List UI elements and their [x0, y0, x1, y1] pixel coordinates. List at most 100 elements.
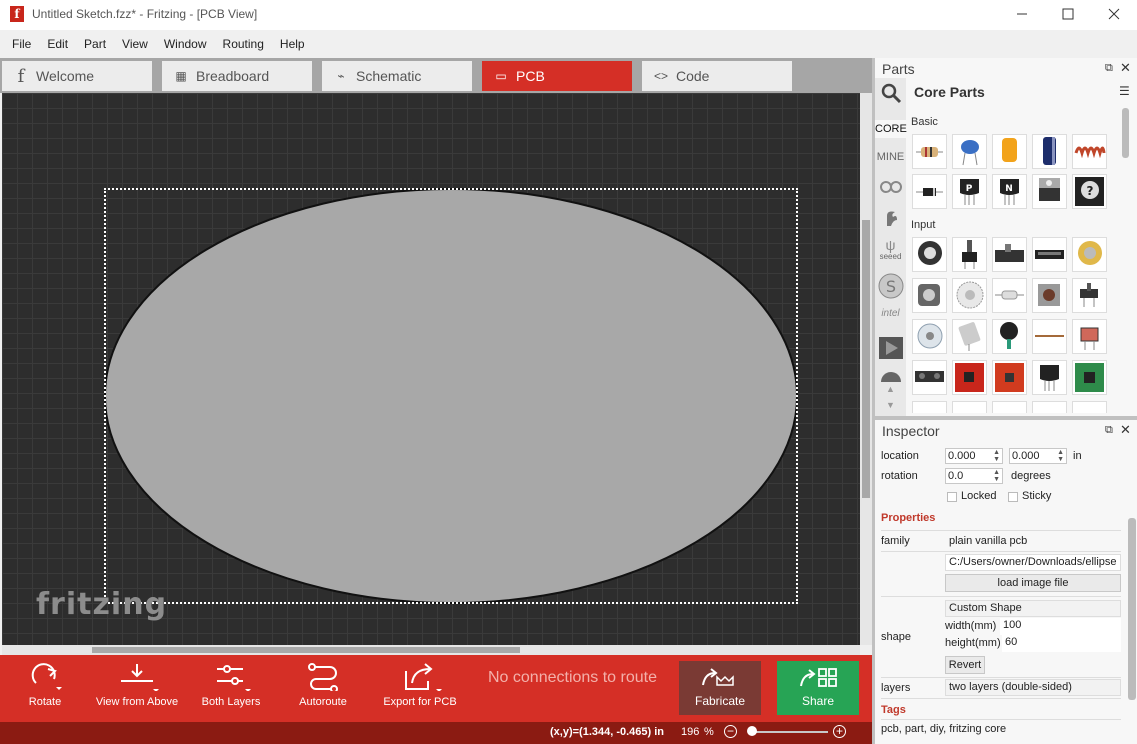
menu-help[interactable]: Help — [272, 37, 313, 51]
fabricate-button[interactable]: Fabricate — [679, 661, 761, 715]
play-icon — [878, 337, 903, 359]
close-panel-icon[interactable]: ✕ — [1120, 60, 1131, 76]
rotate-button[interactable]: Rotate — [14, 655, 76, 722]
part-resistor[interactable] — [912, 134, 947, 169]
bin-menu-icon[interactable]: ☰ — [1119, 84, 1130, 98]
both-layers-button[interactable]: Both Layers — [196, 655, 266, 722]
part-electrolytic-capacitor[interactable] — [1032, 134, 1067, 169]
close-inspector-icon[interactable]: ✕ — [1120, 422, 1131, 438]
part-row-partial-3[interactable] — [992, 401, 1027, 413]
part-gyro-board[interactable] — [992, 360, 1027, 395]
inspector-scrollbar[interactable] — [1128, 518, 1136, 700]
bin-snootlab[interactable]: S — [875, 272, 906, 303]
part-temperature-sensor[interactable] — [1032, 360, 1067, 395]
zoom-value[interactable]: 196 — [681, 726, 699, 738]
float-panel-icon[interactable]: ⧉ — [1105, 62, 1113, 75]
share-button[interactable]: Share — [777, 661, 859, 715]
layers-select[interactable]: two layers (double-sided) — [945, 679, 1121, 696]
part-mystery-part[interactable]: ? — [1072, 174, 1107, 209]
image-path-field[interactable]: C:/Users/owner/Downloads/ellipse — [945, 554, 1121, 571]
menu-file[interactable]: File — [4, 37, 39, 51]
part-rotary-switch[interactable] — [952, 278, 987, 313]
view-from-above-button[interactable]: View from Above — [92, 655, 182, 722]
tab-code[interactable]: <> Code — [642, 61, 792, 91]
bin-play[interactable] — [875, 336, 906, 363]
zoom-slider-handle[interactable] — [747, 726, 757, 736]
bin-core[interactable]: CORE — [875, 120, 907, 138]
search-parts-button[interactable] — [875, 82, 906, 107]
scroll-down-arrow-icon[interactable]: ▼ — [875, 400, 906, 410]
tab-welcome[interactable]: f Welcome — [2, 61, 152, 91]
part-slide-potentiometer[interactable] — [992, 237, 1027, 272]
part-accelerometer-board[interactable] — [952, 360, 987, 395]
part-toggle-switch[interactable] — [1072, 278, 1107, 313]
menu-window[interactable]: Window — [156, 37, 215, 51]
part-piezo-sensor[interactable] — [1072, 237, 1107, 272]
menu-routing[interactable]: Routing — [215, 37, 272, 51]
part-fsr-sensor[interactable] — [992, 319, 1027, 354]
part-ceramic-capacitor[interactable] — [952, 134, 987, 169]
part-power-transistor[interactable] — [1032, 174, 1067, 209]
part-diode[interactable] — [912, 174, 947, 209]
tab-breadboard[interactable]: ▦ Breadboard — [162, 61, 312, 91]
part-npn-transistor[interactable]: N — [992, 174, 1027, 209]
part-stepper-encoder[interactable] — [912, 319, 947, 354]
bin-intel[interactable]: intel — [875, 308, 906, 319]
bin-mine[interactable]: MINE — [875, 151, 906, 163]
part-ir-rangefinder[interactable] — [912, 360, 947, 395]
scroll-up-arrow-icon[interactable]: ▲ — [875, 384, 906, 394]
canvas-vertical-scroll-thumb[interactable] — [862, 220, 870, 498]
zoom-out-button[interactable]: − — [724, 725, 737, 738]
part-row-partial-1[interactable] — [912, 401, 947, 413]
part-row-partial-4[interactable] — [1032, 401, 1067, 413]
bin-arduino[interactable] — [875, 180, 906, 197]
part-trimmer-potentiometer[interactable] — [952, 237, 987, 272]
menu-part[interactable]: Part — [76, 37, 114, 51]
bin-gauge[interactable] — [875, 368, 906, 385]
part-flex-sensor[interactable] — [1032, 319, 1067, 354]
zoom-in-button[interactable]: + — [833, 725, 846, 738]
part-pnp-transistor[interactable]: P — [952, 174, 987, 209]
width-input[interactable]: 100 — [1000, 618, 1121, 635]
autoroute-button[interactable]: Autoroute — [290, 655, 356, 722]
part-light-sensor[interactable] — [1072, 319, 1107, 354]
divider — [881, 677, 1121, 678]
maximize-button[interactable] — [1045, 0, 1091, 28]
part-tantalum-capacitor[interactable] — [992, 134, 1027, 169]
part-rotary-potentiometer[interactable] — [912, 237, 947, 272]
canvas-horizontal-scroll-thumb[interactable] — [92, 647, 520, 653]
export-pcb-button[interactable]: Export for PCB — [378, 655, 462, 722]
location-x-input[interactable]: 0.000 ▲ ▼ — [945, 448, 1003, 464]
rotation-input[interactable]: 0.0 ▲ ▼ — [945, 468, 1003, 484]
pcb-canvas[interactable]: fritzing — [2, 93, 860, 645]
sticky-checkbox[interactable] — [1008, 492, 1018, 502]
menu-view[interactable]: View — [114, 37, 156, 51]
bin-seeed[interactable]: ψ seeed — [875, 238, 906, 261]
revert-button[interactable]: Revert — [945, 656, 985, 674]
zoom-slider[interactable] — [748, 731, 828, 733]
bin-sparkfun[interactable] — [875, 208, 906, 231]
tab-pcb[interactable]: ▭ PCB — [482, 61, 632, 91]
part-row-partial-2[interactable] — [952, 401, 987, 413]
float-inspector-icon[interactable]: ⧉ — [1105, 424, 1113, 437]
locked-checkbox[interactable] — [947, 492, 957, 502]
part-pushbutton[interactable] — [1032, 278, 1067, 313]
load-image-button[interactable]: load image file — [945, 574, 1121, 592]
tab-schematic[interactable]: ⌁ Schematic — [322, 61, 472, 91]
part-sensor-board[interactable] — [1072, 360, 1107, 395]
part-dip-switch[interactable] — [1032, 237, 1067, 272]
part-mic[interactable] — [952, 319, 987, 354]
parts-scrollbar[interactable] — [1122, 108, 1129, 158]
part-rotary-encoder[interactable] — [912, 278, 947, 313]
part-tilt-switch[interactable] — [992, 278, 1027, 313]
part-row-partial-5[interactable] — [1072, 401, 1107, 413]
shape-select[interactable]: Custom Shape — [945, 600, 1121, 617]
close-button[interactable] — [1091, 0, 1137, 28]
bin-title: Core Parts — [914, 84, 985, 100]
height-input[interactable]: 60 — [1002, 635, 1121, 652]
menu-edit[interactable]: Edit — [39, 37, 76, 51]
location-y-input[interactable]: 0.000 ▲ ▼ — [1009, 448, 1067, 464]
height-label: height(mm) — [945, 637, 1001, 649]
part-inductor[interactable] — [1072, 134, 1107, 169]
minimize-button[interactable] — [999, 0, 1045, 28]
